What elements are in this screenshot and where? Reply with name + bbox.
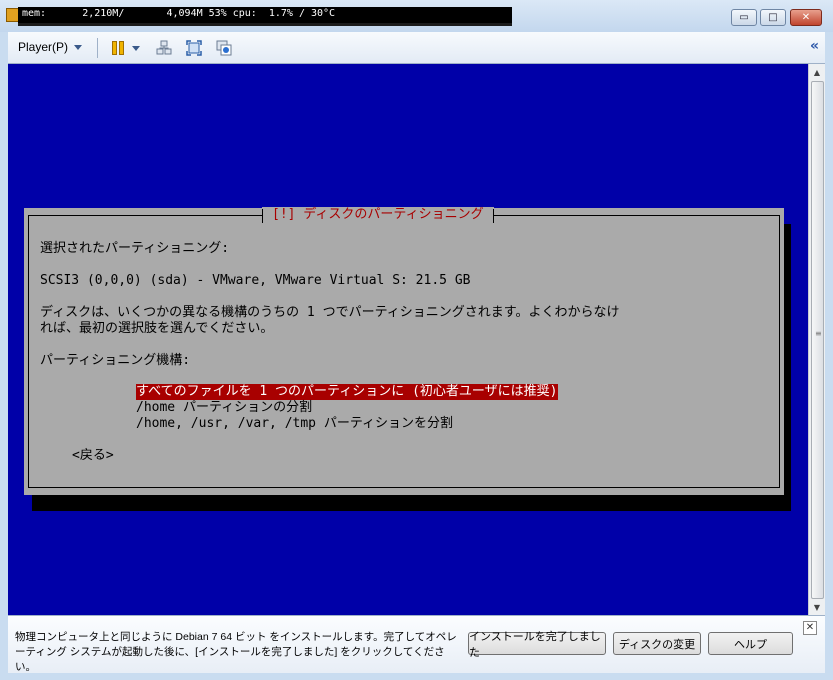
fullscreen-icon[interactable] [186,40,202,56]
minimize-button[interactable]: ▭ [731,9,757,26]
performance-text: mem: 2,210M/ 4,094M 53% cpu: 1.7% / 30°C [22,8,336,19]
disk-info: SCSI3 (0,0,0) (sda) - VMware, VMware Vir… [40,273,471,288]
option-all-in-one[interactable]: すべてのファイルを 1 つのパーティションに (初心者ユーザには推奨) [136,384,558,400]
help-button[interactable]: ヘルプ [708,632,793,655]
player-toolbar: Player(P) « [8,32,825,64]
maximize-icon: □ [768,12,778,23]
selected-partitioning-label: 選択されたパーティショニング: [40,241,230,256]
close-button[interactable]: ✕ [790,9,822,26]
pause-icon [112,41,117,55]
scrollbar-thumb[interactable]: ≡ [811,81,824,599]
collapse-toolbar-icon[interactable]: « [810,38,819,54]
pause-icon-bar [119,41,124,55]
pause-dropdown-icon[interactable] [132,46,140,51]
install-hint-text: 物理コンピュータ上と同じように Debian 7 64 ビット をインストールし… [15,631,457,673]
unity-mode-icon[interactable] [216,40,232,56]
chevron-down-icon [74,45,83,51]
partition-dialog: [!] ディスクのパーティショニング 選択されたパーティショニング: SCSI3… [24,207,784,495]
vertical-scrollbar[interactable]: ▲ ≡ ▼ [808,64,825,615]
performance-monitor: mem: 2,210M/ 4,094M 53% cpu: 1.7% / 30°C [18,7,512,26]
dialog-title: [!] ディスクのパーティショニング [262,207,494,223]
description-line-1: ディスクは、いくつかの異なる機構のうちの 1 つでパーティショニングされます。よ… [40,305,620,320]
change-disk-button[interactable]: ディスクの変更 [613,632,701,655]
option-separate-home-usr-var-tmp[interactable]: /home, /usr, /var, /tmp パーティションを分割 [136,416,453,432]
scheme-label: パーティショニング機構: [40,353,191,368]
title-bar: mem: 2,210M/ 4,094M 53% cpu: 1.7% / 30°C… [0,0,833,32]
pause-button[interactable] [111,40,127,56]
player-menu[interactable]: Player(P) [18,40,83,54]
option-separate-home[interactable]: /home パーティションの分割 [136,400,312,416]
player-menu-label: Player(P) [18,40,69,54]
close-icon: ✕ [801,12,811,23]
send-ctrl-alt-del-icon[interactable] [156,40,172,56]
finish-install-button[interactable]: インストールを完了しました [468,631,606,659]
minimize-icon: ▭ [739,12,749,23]
back-button[interactable]: <戻る> [72,448,114,464]
install-hint-bar: 物理コンピュータ上と同じように Debian 7 64 ビット をインストールし… [8,615,825,673]
description-line-2: れば、最初の選択肢を選んでください。 [40,321,274,336]
scroll-down-icon[interactable]: ▼ [809,599,825,615]
toolbar-separator [97,38,98,58]
scroll-up-icon[interactable]: ▲ [809,64,825,80]
scrollbar-grip: ≡ [815,329,822,338]
close-hint-icon[interactable]: ✕ [803,621,817,635]
maximize-button[interactable]: □ [760,9,786,26]
